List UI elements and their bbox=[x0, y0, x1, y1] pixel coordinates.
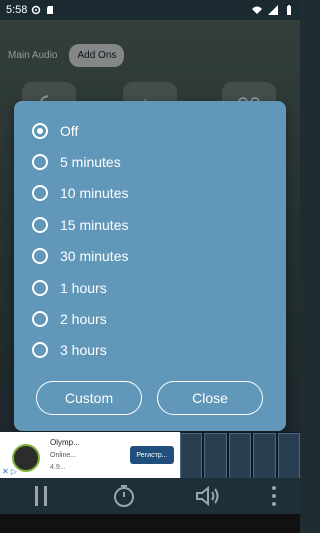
ad-screenshot bbox=[180, 433, 203, 479]
option-10-minutes[interactable]: 10 minutes bbox=[32, 181, 128, 205]
ad-screenshot bbox=[253, 433, 276, 479]
more-options-icon[interactable] bbox=[256, 478, 292, 514]
radio-unselected-icon[interactable] bbox=[32, 280, 48, 296]
radio-unselected-icon[interactable] bbox=[32, 311, 48, 327]
option-label: 1 hours bbox=[60, 280, 107, 296]
option-2-hours[interactable]: 2 hours bbox=[32, 307, 107, 331]
ad-banner[interactable]: Olymp... Online... 4.9... Регистр... ✕ ▷ bbox=[0, 432, 301, 479]
close-button[interactable]: Close bbox=[157, 381, 263, 415]
timer-icon[interactable] bbox=[106, 478, 142, 514]
option-5-minutes[interactable]: 5 minutes bbox=[32, 150, 121, 174]
ad-screenshot bbox=[277, 433, 301, 479]
option-30-minutes[interactable]: 30 minutes bbox=[32, 244, 128, 268]
ad-action-button[interactable]: Регистр... bbox=[130, 446, 174, 464]
option-off[interactable]: Off bbox=[32, 119, 78, 143]
option-label: 2 hours bbox=[60, 311, 107, 327]
battery-icon bbox=[287, 5, 291, 15]
playback-controls bbox=[0, 478, 300, 514]
option-label: Off bbox=[60, 123, 79, 139]
option-15-minutes[interactable]: 15 minutes bbox=[32, 213, 128, 237]
status-time: 5:58 bbox=[6, 4, 28, 16]
option-label: 10 minutes bbox=[60, 185, 129, 201]
custom-button[interactable]: Custom bbox=[36, 381, 142, 415]
option-3-hours[interactable]: 3 hours bbox=[32, 338, 107, 362]
radio-unselected-icon[interactable] bbox=[32, 248, 48, 264]
option-label: 5 minutes bbox=[60, 154, 121, 170]
radio-selected-icon[interactable] bbox=[32, 123, 48, 139]
ad-screenshot bbox=[204, 433, 227, 479]
option-label: 3 hours bbox=[60, 342, 107, 358]
option-label: 30 minutes bbox=[60, 248, 129, 264]
sleep-timer-dialog: Off 5 minutes 10 minutes 15 minutes 30 m… bbox=[14, 101, 286, 431]
wifi-icon bbox=[252, 6, 262, 14]
sd-card-icon bbox=[47, 6, 54, 14]
signal-icon bbox=[268, 5, 278, 15]
ad-subtitle: Online... bbox=[50, 452, 77, 459]
ad-close-icon[interactable]: ✕ ▷ bbox=[2, 467, 17, 476]
ad-screenshots bbox=[180, 432, 301, 479]
radio-unselected-icon[interactable] bbox=[32, 185, 48, 201]
ad-screenshot bbox=[228, 433, 252, 479]
radio-unselected-icon[interactable] bbox=[32, 154, 48, 170]
status-bar: 5:58 bbox=[0, 0, 300, 20]
option-1-hours[interactable]: 1 hours bbox=[32, 276, 107, 300]
option-label: 15 minutes bbox=[60, 217, 129, 233]
system-navigation-bar bbox=[0, 514, 300, 533]
ad-rating: 4.9... bbox=[50, 464, 66, 471]
settings-icon bbox=[32, 5, 41, 15]
pause-icon[interactable] bbox=[24, 478, 60, 514]
radio-unselected-icon[interactable] bbox=[32, 217, 48, 233]
radio-unselected-icon[interactable] bbox=[32, 342, 48, 358]
ad-title: Olymp... bbox=[50, 438, 80, 447]
volume-icon[interactable] bbox=[190, 478, 226, 514]
